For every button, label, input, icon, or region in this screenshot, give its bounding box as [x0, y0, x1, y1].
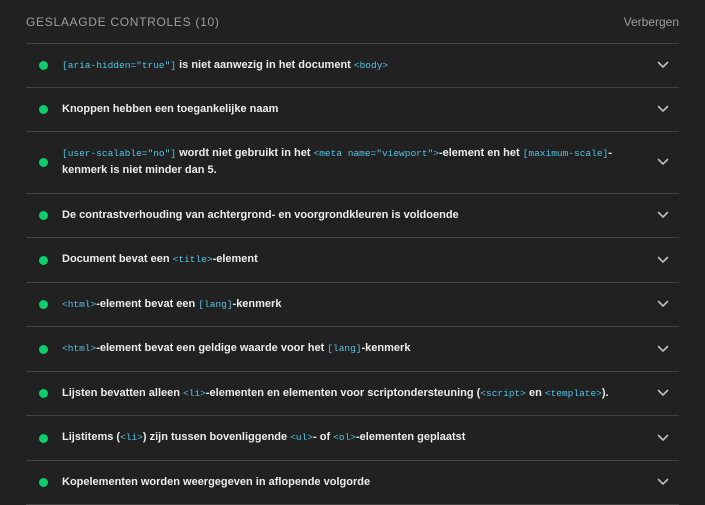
audit-title-text: Knoppen hebben een toegankelijke naam [62, 102, 279, 115]
code-snippet: <li> [183, 387, 206, 399]
audit-title-text: -kenmerk [361, 342, 411, 354]
chevron-down-icon[interactable] [657, 105, 669, 113]
audit-row-button-name[interactable]: Knoppen hebben een toegankelijke naam [26, 88, 679, 132]
code-snippet: <ol> [333, 432, 356, 443]
audit-row-html-lang-valid[interactable]: <html>-element bevat een geldige waarde … [26, 327, 679, 372]
audit-row-html-has-lang[interactable]: <html>-element bevat een [lang]-kenmerk [26, 283, 679, 327]
audit-title: [user-scalable="no"] wordt niet gebruikt… [62, 145, 645, 179]
audit-title: <html>-element bevat een geldige waarde … [62, 340, 645, 357]
audit-title-text: is niet aanwezig in het document [176, 58, 354, 71]
audit-title-text: -element en het [438, 147, 523, 159]
passed-audits-panel: GESLAAGDE CONTROLES (10) Verbergen [aria… [0, 0, 705, 505]
audit-row-list[interactable]: Lijsten bevatten alleen <li>-elementen e… [26, 372, 679, 416]
pass-dot-icon [39, 61, 48, 70]
audit-title-text: -elementen geplaatst [355, 431, 466, 443]
audit-title: Lijstitems (<li>) zijn tussen bovenligge… [62, 429, 645, 446]
pass-dot-icon [39, 255, 48, 265]
audit-row-color-contrast[interactable]: De contrastverhouding van achtergrond- e… [26, 194, 679, 238]
chevron-down-icon[interactable] [657, 211, 669, 219]
code-snippet: <title> [172, 254, 213, 265]
code-snippet: <ul> [290, 432, 313, 443]
audit-title-text: -kenmerk [232, 297, 282, 310]
pass-dot-icon [39, 344, 48, 354]
audit-title: Document bevat een <title>-element [62, 251, 645, 268]
audit-title: Lijsten bevatten alleen <li>-elementen e… [62, 385, 645, 402]
audit-title-text: ). [601, 386, 609, 399]
audit-row-listitem[interactable]: Lijstitems (<li>) zijn tussen bovenligge… [26, 416, 679, 461]
audit-title-text: -element bevat een [96, 297, 199, 310]
audit-title-text: wordt niet gebruikt in het [176, 147, 314, 159]
audit-title-text: -element bevat een geldige waarde voor h… [96, 342, 328, 354]
audit-title-text: ) zijn tussen bovenliggende [142, 431, 291, 443]
pass-dot-icon [39, 389, 48, 398]
code-snippet: <body> [353, 59, 389, 71]
chevron-down-icon[interactable] [657, 158, 669, 166]
code-snippet: [lang] [327, 343, 362, 354]
chevron-down-icon[interactable] [657, 61, 669, 69]
audit-title: [aria-hidden="true"] is niet aanwezig in… [62, 57, 645, 74]
pass-dot-icon [39, 211, 48, 220]
audit-title-text: Lijsten bevatten alleen [62, 386, 184, 399]
audit-list: [aria-hidden="true"] is niet aanwezig in… [26, 44, 679, 505]
hide-toggle-button[interactable]: Verbergen [624, 15, 679, 29]
pass-dot-icon [39, 478, 48, 487]
audit-row-aria-hidden-body[interactable]: [aria-hidden="true"] is niet aanwezig in… [26, 44, 679, 88]
audit-title-text: Document bevat een [62, 253, 173, 265]
pass-dot-icon [39, 105, 48, 114]
pass-dot-icon [39, 158, 48, 167]
chevron-down-icon[interactable] [657, 434, 669, 442]
chevron-down-icon[interactable] [657, 389, 669, 397]
code-snippet: [maximum-scale] [522, 148, 609, 159]
audit-row-document-title[interactable]: Document bevat een <title>-element [26, 238, 679, 283]
audit-title: <html>-element bevat een [lang]-kenmerk [62, 296, 645, 313]
audit-title: De contrastverhouding van achtergrond- e… [62, 207, 645, 224]
audit-title-text: De contrastverhouding van achtergrond- e… [62, 208, 459, 221]
audit-title-text: Lijstitems ( [62, 431, 121, 443]
audit-title-text: en [525, 386, 545, 399]
audit-row-meta-viewport[interactable]: [user-scalable="no"] wordt niet gebruikt… [26, 132, 679, 194]
audit-title: Knoppen hebben een toegankelijke naam [62, 101, 645, 118]
audit-title-text: - of [313, 431, 334, 443]
code-snippet: <li> [120, 432, 143, 443]
chevron-down-icon[interactable] [657, 478, 669, 486]
code-snippet: <script> [480, 387, 526, 399]
code-snippet: <html> [62, 343, 97, 354]
audit-title: Kopelementen worden weergegeven in aflop… [62, 474, 645, 491]
code-snippet: [aria-hidden="true"] [62, 59, 177, 71]
pass-dot-icon [39, 433, 48, 443]
passed-audits-title: GESLAAGDE CONTROLES (10) [26, 15, 220, 29]
audit-title-text: -elementen en elementen voor scriptonder… [205, 386, 481, 399]
audit-title-text: Kopelementen worden weergegeven in aflop… [62, 475, 371, 488]
passed-audits-header[interactable]: GESLAAGDE CONTROLES (10) Verbergen [26, 0, 679, 44]
chevron-down-icon[interactable] [657, 256, 669, 264]
chevron-down-icon[interactable] [657, 300, 669, 308]
pass-dot-icon [39, 300, 48, 309]
audit-title-text: -element [212, 253, 258, 265]
audit-row-heading-order[interactable]: Kopelementen worden weergegeven in aflop… [26, 461, 679, 505]
code-snippet: <html> [62, 298, 97, 310]
code-snippet: <template> [544, 387, 602, 399]
code-snippet: [lang] [198, 298, 233, 310]
code-snippet: <meta name="viewport"> [313, 148, 439, 159]
code-snippet: [user-scalable="no"] [62, 148, 177, 159]
chevron-down-icon[interactable] [657, 345, 669, 353]
